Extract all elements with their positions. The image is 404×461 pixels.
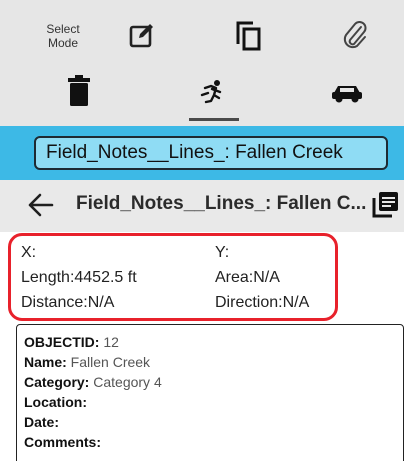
attribute-key: OBJECTID:	[24, 334, 100, 350]
attribute-key: Name:	[24, 354, 67, 370]
attribute-row: Category: Category 4	[24, 374, 162, 390]
attributes-panel: OBJECTID: 12 Name: Fallen Creek Category…	[16, 324, 404, 461]
driving-mode-icon	[332, 86, 362, 103]
edit-icon	[129, 24, 153, 48]
walking-mode-button[interactable]	[198, 78, 228, 108]
measurement-panel: X: Y: Length:4452.5 ft Area:N/A Distance…	[8, 233, 338, 321]
attribute-row: Name: Fallen Creek	[24, 354, 150, 370]
edit-button[interactable]	[128, 22, 156, 50]
select-mode-label-line2: Mode	[47, 36, 79, 50]
attribute-value: Category 4	[89, 374, 162, 390]
length-value: Length:4452.5 ft	[21, 269, 137, 286]
back-arrow-icon[interactable]	[28, 192, 54, 218]
attribute-row: OBJECTID: 12	[24, 334, 119, 350]
attribute-key: Date:	[24, 414, 60, 430]
layers-icon[interactable]	[370, 190, 400, 220]
attribute-value: 12	[99, 334, 119, 350]
nav-title: Field_Notes__Lines_: Fallen C...	[76, 193, 367, 214]
attribute-row: Location:	[24, 394, 87, 410]
active-mode-indicator	[189, 118, 239, 121]
attribute-key: Comments:	[24, 434, 102, 450]
app-frame: Select Mode Field_Notes__Lines_: Fallen …	[0, 0, 404, 461]
select-mode-label-line1: Select	[46, 22, 80, 36]
attribute-value: Fallen Creek	[66, 354, 151, 370]
attribute-key: Category:	[24, 374, 90, 390]
attribute-row: Comments:	[24, 434, 101, 450]
feature-title-bar: Field_Notes__Lines_: Fallen Creek	[0, 126, 404, 180]
attachment-icon	[343, 21, 367, 49]
feature-title[interactable]: Field_Notes__Lines_: Fallen Creek	[34, 136, 388, 170]
walking-mode-icon	[200, 80, 222, 104]
distance-value: Distance:N/A	[21, 294, 115, 311]
x-coordinate: X:	[21, 244, 37, 261]
y-coordinate: Y:	[215, 244, 230, 261]
area-value: Area:N/A	[215, 269, 280, 286]
copy-button[interactable]	[233, 20, 263, 52]
select-mode-button[interactable]: Select Mode	[34, 22, 92, 50]
direction-value: Direction:N/A	[215, 294, 310, 311]
attach-button[interactable]	[340, 20, 370, 50]
copy-icon	[236, 21, 261, 51]
delete-button[interactable]	[66, 74, 92, 108]
delete-icon	[68, 75, 90, 106]
attribute-row: Date:	[24, 414, 59, 430]
toolbar: Select Mode	[0, 0, 404, 126]
attribute-key: Location:	[24, 394, 87, 410]
driving-mode-button[interactable]	[330, 82, 364, 104]
navigation-bar: Field_Notes__Lines_: Fallen C...	[0, 180, 404, 232]
